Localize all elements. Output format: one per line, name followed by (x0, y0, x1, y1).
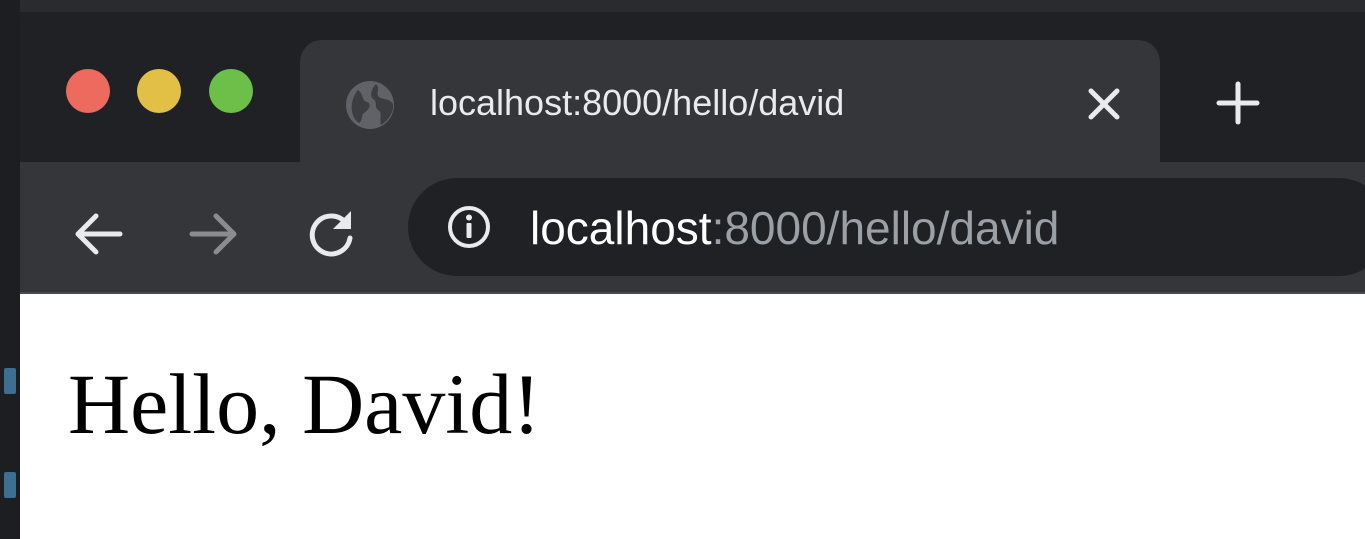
toolbar: localhost:8000/hello/david (20, 162, 1365, 294)
tab-active[interactable]: localhost:8000/hello/david (300, 40, 1160, 164)
window-close-button[interactable] (66, 69, 110, 113)
url-host: localhost (530, 202, 712, 254)
url-path: :8000/hello/david (711, 202, 1060, 254)
arrow-right-icon[interactable] (184, 204, 244, 264)
desktop-edge (0, 0, 20, 539)
desktop-background (0, 0, 1365, 12)
page-heading: Hello, David! (68, 356, 541, 452)
info-icon[interactable] (446, 204, 492, 250)
arrow-left-icon[interactable] (68, 204, 128, 264)
tab-title: localhost:8000/hello/david (430, 82, 845, 123)
globe-icon (346, 81, 394, 129)
reload-icon[interactable] (302, 204, 362, 264)
desktop-marker (4, 472, 16, 498)
tab-strip: localhost:8000/hello/david (20, 12, 1365, 164)
page-content: Hello, David! (20, 294, 1365, 539)
window-maximize-button[interactable] (209, 69, 253, 113)
address-bar[interactable]: localhost:8000/hello/david (408, 178, 1365, 276)
url-text[interactable]: localhost:8000/hello/david (530, 200, 1059, 256)
desktop-marker (4, 368, 16, 394)
close-icon[interactable] (1080, 80, 1128, 128)
window-minimize-button[interactable] (137, 69, 181, 113)
browser-window: localhost:8000/hello/david localhost:800… (20, 12, 1365, 539)
plus-icon[interactable] (1213, 78, 1263, 128)
